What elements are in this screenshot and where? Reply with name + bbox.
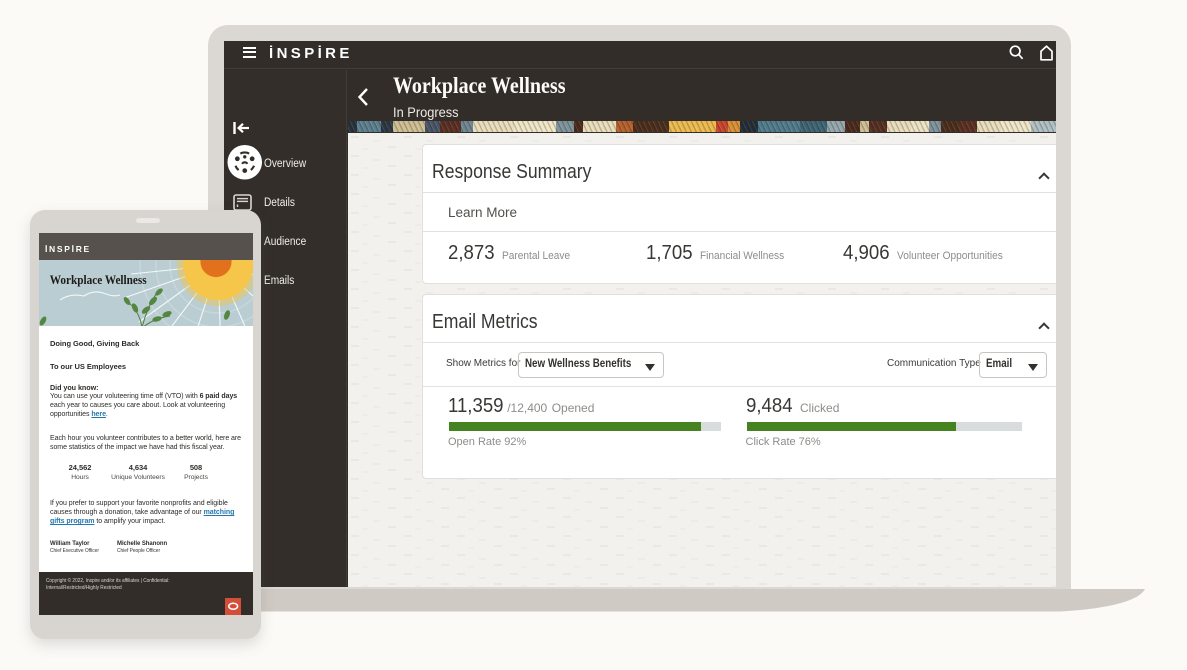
svg-text:Workplace Wellness: Workplace Wellness bbox=[50, 272, 147, 287]
